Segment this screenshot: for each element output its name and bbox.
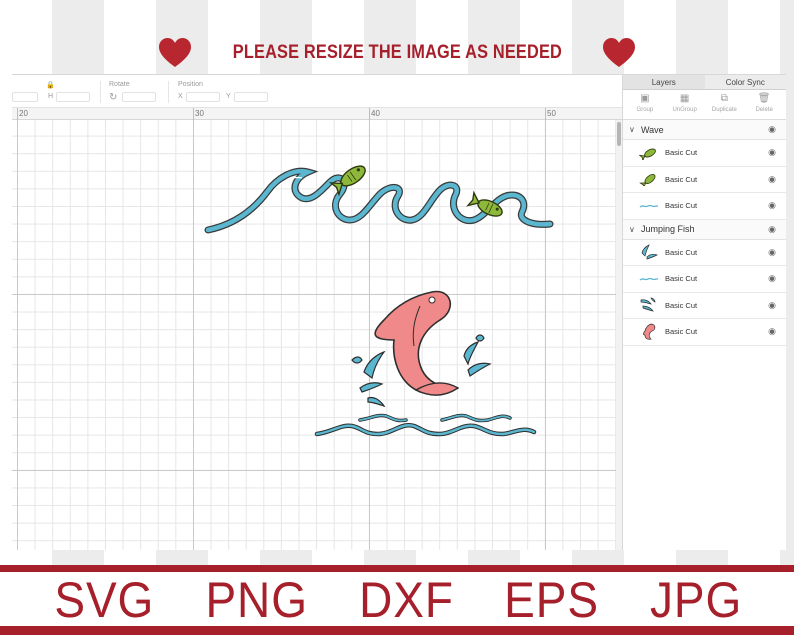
ungroup-button[interactable]: ▦ UnGroup (665, 93, 705, 119)
file-formats-bar: SVG PNG DXF EPS JPG (0, 565, 794, 635)
ruler-tick (545, 108, 546, 120)
group-label: Group (636, 107, 654, 113)
canvas-artwork (204, 165, 554, 437)
position-label: Position (178, 81, 203, 88)
rotate-field[interactable] (122, 92, 156, 102)
chevron-down-icon[interactable]: ∨ (629, 225, 641, 234)
x-position-field[interactable] (186, 92, 220, 102)
scrollbar-thumb[interactable] (617, 122, 621, 146)
pink-fish-thumbnail (639, 322, 659, 342)
tab-layers[interactable]: Layers (623, 75, 705, 89)
format-svg: SVG (54, 571, 155, 628)
ruler-tick (17, 108, 18, 120)
format-jpg: JPG (649, 571, 742, 628)
layer-label: Basic Cut (665, 327, 698, 337)
formats-row: SVG PNG DXF EPS JPG (0, 571, 794, 628)
layer-item[interactable]: Basic Cut ◉ (623, 266, 786, 293)
ruler-number: 50 (547, 109, 556, 118)
layer-label: Basic Cut (665, 174, 698, 184)
layer-item[interactable]: Basic Cut ◉ (623, 240, 786, 266)
eye-icon[interactable]: ◉ (768, 147, 776, 158)
fish-thumbnail (639, 169, 659, 189)
format-png: PNG (205, 571, 308, 628)
wave-thumbnail (639, 269, 659, 289)
design-canvas[interactable] (12, 120, 616, 550)
y-label: Y (226, 93, 231, 100)
layer-item[interactable]: Basic Cut ◉ (623, 140, 786, 167)
horizontal-ruler: 20 30 40 50 (12, 108, 622, 120)
layer-actions: ▣ Group ▦ UnGroup ⧉ Duplicate 🗑 Delete (623, 90, 786, 120)
layer-item[interactable]: Basic Cut ◉ (623, 193, 786, 220)
eye-icon[interactable]: ◉ (768, 247, 776, 258)
layer-item[interactable]: Basic Cut ◉ (623, 293, 786, 319)
delete-label: Delete (755, 107, 773, 113)
trash-icon: 🗑 (757, 93, 771, 104)
rotate-label: Rotate (109, 81, 130, 88)
width-field[interactable] (12, 92, 38, 102)
lock-icon[interactable]: 🔒 (46, 81, 55, 89)
panel-tabs: Layers Color Sync (623, 75, 786, 90)
format-eps: EPS (504, 571, 600, 628)
x-label: X (178, 93, 183, 100)
group-button[interactable]: ▣ Group (625, 93, 665, 119)
toolbar-divider (168, 81, 169, 103)
edit-toolbar: 🔒 H Rotate ↻ Position X Y (12, 75, 622, 108)
eye-icon[interactable]: ◉ (768, 224, 776, 235)
layer-label: Basic Cut (665, 300, 698, 310)
wave-thumbnail (639, 196, 659, 216)
layer-item[interactable]: Basic Cut ◉ (623, 167, 786, 193)
ungroup-icon: ▦ (679, 93, 690, 104)
y-position-field[interactable] (234, 92, 268, 102)
eye-icon[interactable]: ◉ (768, 273, 776, 284)
ruler-number: 40 (371, 109, 380, 118)
delete-button[interactable]: 🗑 Delete (744, 93, 784, 119)
layer-label: Basic Cut (665, 201, 698, 211)
eye-icon[interactable]: ◉ (768, 174, 776, 185)
tab-color-sync[interactable]: Color Sync (705, 75, 787, 89)
jumping-fish[interactable] (374, 290, 460, 396)
eye-icon[interactable]: ◉ (768, 124, 776, 135)
layer-label: Basic Cut (665, 148, 698, 158)
height-label: H (48, 93, 54, 100)
ungroup-label: UnGroup (672, 107, 697, 113)
ruler-tick (369, 108, 370, 120)
group-name: Jumping Fish (641, 224, 695, 234)
duplicate-button[interactable]: ⧉ Duplicate (705, 93, 745, 119)
splash-thumbnail (639, 242, 659, 262)
eye-icon[interactable]: ◉ (768, 200, 776, 211)
layer-label: Basic Cut (665, 247, 698, 257)
ruler-tick (193, 108, 194, 120)
ruler-number: 20 (19, 109, 28, 118)
duplicate-label: Duplicate (711, 107, 737, 113)
duplicate-icon: ⧉ (720, 93, 728, 104)
chevron-down-icon[interactable]: ∨ (629, 125, 641, 134)
layer-label: Basic Cut (665, 274, 698, 284)
layer-group-wave[interactable]: ∨ Wave ◉ (623, 120, 786, 140)
rotate-icon[interactable]: ↻ (109, 92, 117, 103)
eye-icon[interactable]: ◉ (768, 300, 776, 311)
height-field[interactable] (56, 92, 90, 102)
group-name: Wave (641, 124, 664, 135)
group-icon: ▣ (640, 93, 650, 104)
layer-item[interactable]: Basic Cut ◉ (623, 319, 786, 346)
banner-text: PLEASE RESIZE THE IMAGE AS NEEDED (232, 42, 562, 63)
toolbar-divider (100, 81, 101, 103)
eye-icon[interactable]: ◉ (768, 326, 776, 337)
water-waves[interactable] (314, 413, 537, 437)
ruler-number: 30 (195, 109, 204, 118)
fish-thumbnail (639, 143, 659, 163)
format-dxf: DXF (358, 571, 454, 628)
wave-design[interactable] (204, 167, 554, 234)
splash-thumbnail (639, 295, 659, 315)
heart-icon (158, 38, 191, 67)
design-space-window: 🔒 H Rotate ↻ Position X Y 20 30 40 50 La… (12, 74, 786, 550)
layer-group-jumping-fish[interactable]: ∨ Jumping Fish ◉ (623, 219, 786, 240)
layers-panel: Layers Color Sync ▣ Group ▦ UnGroup ⧉ Du… (622, 75, 786, 550)
resize-banner: PLEASE RESIZE THE IMAGE AS NEEDED (0, 32, 794, 74)
heart-icon (603, 38, 636, 67)
